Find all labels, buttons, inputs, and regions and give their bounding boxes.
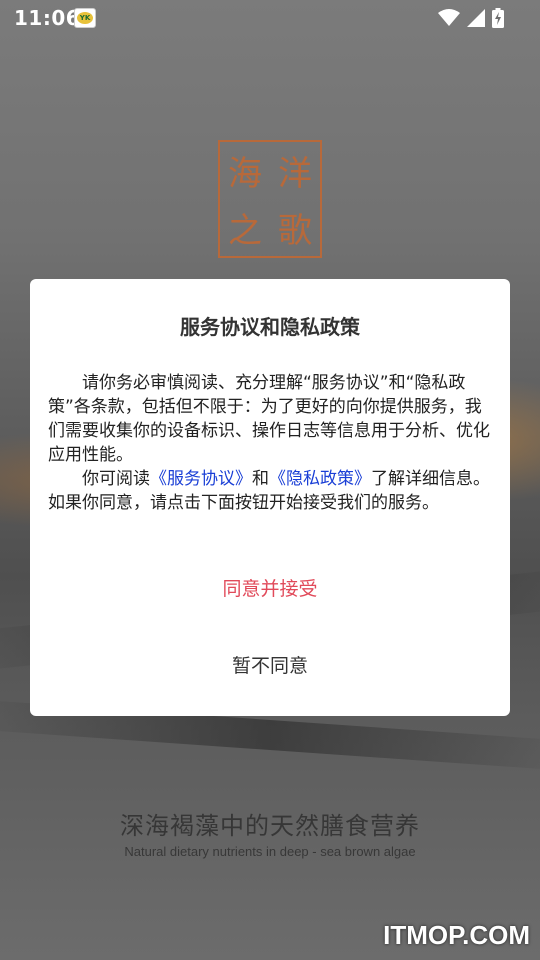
slogan-english: Natural dietary nutrients in deep - sea …: [124, 844, 416, 859]
service-agreement-link[interactable]: 《服务协议》: [150, 469, 252, 489]
logo-char: 海: [228, 154, 262, 194]
dialog-body: 请你务必审慎阅读、充分理解“服务协议”和“隐私政策”各条款，包括但不限于：为了更…: [48, 371, 492, 515]
dialog-paragraph-2: 你可阅读《服务协议》和《隐私政策》了解详细信息。如果你同意，请点击下面按钮开始接…: [48, 467, 492, 515]
logo-char: 之: [228, 211, 262, 251]
dialog-title: 服务协议和隐私政策: [180, 315, 360, 339]
paragraph-text: 和: [252, 469, 269, 489]
paragraph-text: 你可阅读: [82, 469, 150, 489]
privacy-agreement-dialog: 服务协议和隐私政策 请你务必审慎阅读、充分理解“服务协议”和“隐私政策”各条款，…: [30, 279, 510, 716]
cellular-signal-icon: [467, 9, 485, 27]
agree-button[interactable]: 同意并接受: [30, 569, 510, 609]
decline-button[interactable]: 暂不同意: [30, 646, 510, 686]
system-icons: [438, 8, 504, 28]
status-time: 11:06: [14, 6, 81, 30]
status-bar: 11:06 YK: [0, 0, 540, 36]
privacy-policy-link[interactable]: 《隐私政策》: [269, 469, 371, 489]
battery-charging-icon: [492, 8, 504, 28]
watermark: ITMOP.COM: [383, 920, 530, 950]
app-notification-icon: YK: [74, 8, 96, 28]
dialog-paragraph-1: 请你务必审慎阅读、充分理解“服务协议”和“隐私政策”各条款，包括但不限于：为了更…: [48, 373, 490, 465]
slogan-chinese: 深海褐藻中的天然膳食营养: [120, 812, 420, 840]
app-notification-icon-text: YK: [77, 12, 93, 24]
brand-logo: 海 洋 之 歌: [218, 140, 322, 258]
logo-char: 洋: [278, 154, 312, 194]
wifi-icon: [438, 9, 460, 26]
logo-char: 歌: [278, 211, 312, 251]
